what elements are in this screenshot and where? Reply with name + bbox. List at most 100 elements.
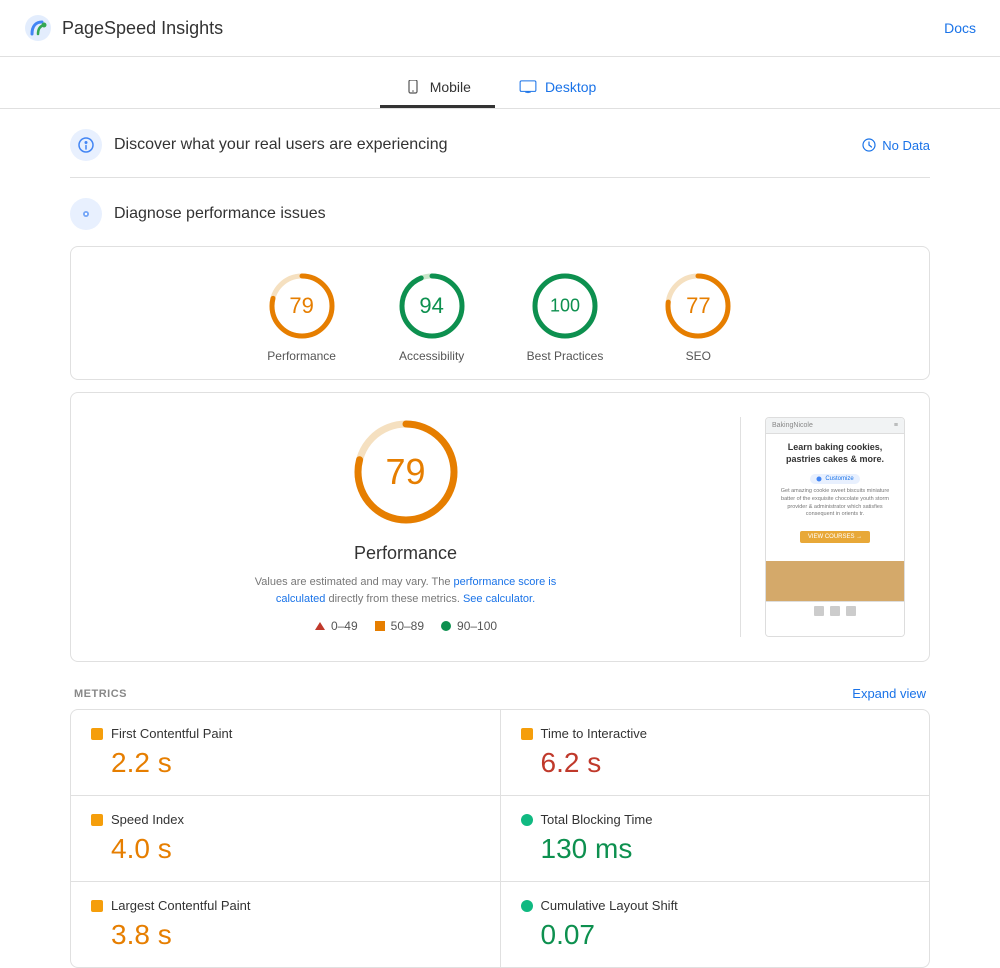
metric-cls-value: 0.07	[541, 919, 910, 951]
discover-section-header: Discover what your real users are experi…	[70, 109, 930, 177]
metric-cls-dot	[521, 900, 533, 912]
performance-circle: 79	[267, 271, 337, 341]
performance-left: 79 Performance Values are estimated and …	[95, 417, 716, 633]
metric-si-dot	[91, 814, 103, 826]
preview-body-text: Get amazing cookie sweet biscuits miniat…	[774, 488, 896, 519]
circle-icon	[440, 620, 452, 632]
metric-tti-value: 6.2 s	[541, 747, 910, 779]
metric-tti-name-row: Time to Interactive	[521, 726, 910, 741]
preview-social-2	[830, 606, 840, 616]
seo-circle: 77	[663, 271, 733, 341]
docs-link[interactable]: Docs	[944, 20, 976, 36]
preview-headline: Learn baking cookies, pastries cakes & m…	[774, 442, 896, 465]
performance-note: Values are estimated and may vary. The p…	[236, 574, 576, 607]
metric-fcp-dot	[91, 728, 103, 740]
metric-tbt-name-row: Total Blocking Time	[521, 812, 910, 827]
metric-fcp-value: 2.2 s	[111, 747, 480, 779]
preview-social-1	[814, 606, 824, 616]
scores-row: 79 Performance 94 Accessibility	[91, 271, 909, 363]
expand-view-button[interactable]: Expand view	[852, 686, 926, 701]
metric-tti-dot	[521, 728, 533, 740]
diagnose-section-header: Diagnose performance issues	[70, 178, 930, 246]
metric-tti-name: Time to Interactive	[541, 726, 647, 741]
metrics-header: METRICS Expand view	[70, 674, 930, 709]
best-practices-label: Best Practices	[527, 349, 604, 363]
metric-fcp-name-row: First Contentful Paint	[91, 726, 480, 741]
clock-icon	[862, 138, 876, 152]
metric-tbt-value: 130 ms	[541, 833, 910, 865]
preview-footer	[766, 601, 904, 620]
metric-si-name-row: Speed Index	[91, 812, 480, 827]
performance-title: Performance	[354, 543, 457, 564]
square-icon	[374, 620, 386, 632]
tabs-bar: Mobile Desktop	[0, 57, 1000, 109]
metric-tbt-dot	[521, 814, 533, 826]
discover-icon	[70, 129, 102, 161]
metric-cls-name: Cumulative Layout Shift	[541, 898, 678, 913]
performance-score: 79	[289, 293, 313, 319]
legend-row: 0–49 50–89 90–100	[314, 619, 497, 633]
legend-green: 90–100	[440, 619, 497, 633]
seo-label: SEO	[686, 349, 711, 363]
metric-tbt: Total Blocking Time 130 ms	[501, 796, 930, 881]
scores-card: 79 Performance 94 Accessibility	[70, 246, 930, 380]
preview-content: Learn baking cookies, pastries cakes & m…	[766, 434, 904, 557]
metric-si-value: 4.0 s	[111, 833, 480, 865]
diagnose-icon	[70, 198, 102, 230]
metric-lcp-dot	[91, 900, 103, 912]
legend-red: 0–49	[314, 619, 358, 633]
metric-si: Speed Index 4.0 s	[71, 796, 500, 881]
see-calculator-link[interactable]: See calculator.	[463, 593, 535, 605]
accessibility-circle: 94	[397, 271, 467, 341]
vertical-divider	[740, 417, 741, 637]
preview-social-3	[846, 606, 856, 616]
website-preview: BakingNicole ≡ Learn baking cookies, pas…	[765, 417, 905, 637]
no-data-area: No Data	[862, 138, 930, 153]
performance-detail-section: 79 Performance Values are estimated and …	[70, 392, 930, 662]
tab-desktop[interactable]: Desktop	[495, 69, 620, 108]
pagespeed-logo-icon	[24, 14, 52, 42]
score-accessibility: 94 Accessibility	[397, 271, 467, 363]
metric-lcp: Largest Contentful Paint 3.8 s	[71, 882, 500, 967]
mobile-icon	[404, 80, 422, 94]
diagnose-section-title: Diagnose performance issues	[114, 205, 326, 223]
metric-lcp-name: Largest Contentful Paint	[111, 898, 250, 913]
preview-image-strip	[766, 561, 904, 601]
seo-score: 77	[686, 293, 710, 319]
metric-lcp-name-row: Largest Contentful Paint	[91, 898, 480, 913]
metrics-grid: First Contentful Paint 2.2 s Time to Int…	[70, 709, 930, 968]
triangle-icon	[314, 620, 326, 632]
preview-mockup: BakingNicole ≡ Learn baking cookies, pas…	[766, 418, 904, 636]
accessibility-score: 94	[419, 293, 443, 319]
desktop-icon	[519, 80, 537, 94]
tab-mobile[interactable]: Mobile	[380, 69, 495, 108]
score-best-practices: 100 Best Practices	[527, 271, 604, 363]
performance-detail-row: 79 Performance Values are estimated and …	[95, 417, 905, 637]
metric-cls-name-row: Cumulative Layout Shift	[521, 898, 910, 913]
legend-orange: 50–89	[374, 619, 424, 633]
preview-bar: BakingNicole ≡	[766, 418, 904, 434]
accessibility-label: Accessibility	[399, 349, 464, 363]
best-practices-score: 100	[550, 296, 580, 317]
metric-si-name: Speed Index	[111, 812, 184, 827]
top-bar: PageSpeed Insights Docs	[0, 0, 1000, 57]
metric-lcp-value: 3.8 s	[111, 919, 480, 951]
metric-tbt-name: Total Blocking Time	[541, 812, 653, 827]
no-data-label: No Data	[882, 138, 930, 153]
metrics-label: METRICS	[74, 688, 127, 700]
performance-label: Performance	[267, 349, 336, 363]
metric-fcp-name: First Contentful Paint	[111, 726, 232, 741]
big-performance-circle: 79	[351, 417, 461, 527]
preview-cta-button: VIEW COURSES →	[800, 531, 870, 543]
metric-cls: Cumulative Layout Shift 0.07	[501, 882, 930, 967]
score-seo: 77 SEO	[663, 271, 733, 363]
score-performance: 79 Performance	[267, 271, 337, 363]
best-practices-circle: 100	[530, 271, 600, 341]
metrics-section: METRICS Expand view First Contentful Pai…	[70, 674, 930, 968]
main-content: Discover what your real users are experi…	[50, 109, 950, 968]
metric-fcp: First Contentful Paint 2.2 s	[71, 710, 500, 795]
logo-area: PageSpeed Insights	[24, 14, 223, 42]
app-title: PageSpeed Insights	[62, 18, 223, 39]
preview-customize: Customize	[810, 474, 859, 484]
metric-tti: Time to Interactive 6.2 s	[501, 710, 930, 795]
